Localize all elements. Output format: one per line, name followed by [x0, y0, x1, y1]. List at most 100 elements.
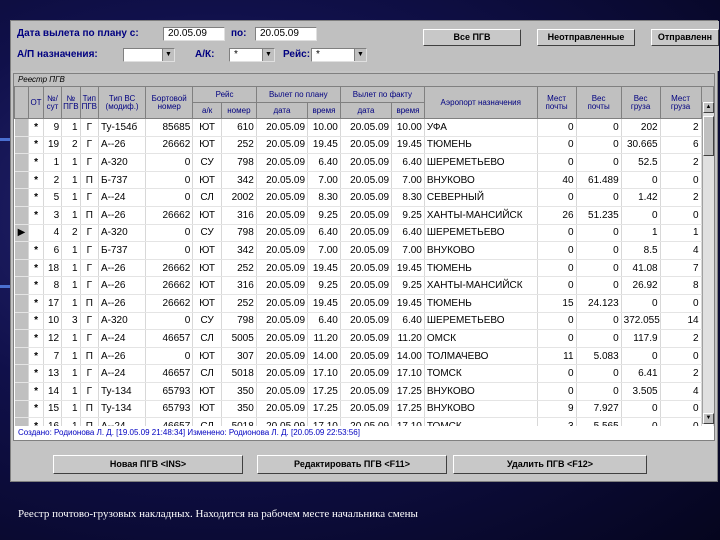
aircraft-type-cell[interactable]: А--26: [98, 347, 147, 366]
tail-number-cell[interactable]: 0: [145, 171, 194, 190]
flight-combo[interactable]: * ▼: [311, 48, 367, 62]
mail-weight-cell[interactable]: 0: [576, 364, 622, 383]
sut-cell[interactable]: 18: [43, 259, 63, 278]
aircraft-type-cell[interactable]: А--24: [98, 364, 147, 383]
destination-cell[interactable]: ВНУКОВО: [424, 382, 538, 401]
scroll-down-arrow-icon[interactable]: ▼: [703, 413, 714, 424]
header-reis[interactable]: Рейс: [192, 86, 257, 103]
table-row[interactable]: * 13 1 Г А--24 46657 СЛ 5018 20.05.09 17.10 20.05.…: [14, 364, 715, 383]
flight-number-cell[interactable]: 342: [221, 241, 257, 260]
tail-number-cell[interactable]: 0: [145, 224, 194, 243]
flight-number-cell[interactable]: 342: [221, 171, 257, 190]
header-num-sut[interactable]: №/сут: [42, 86, 63, 119]
fact-time-cell[interactable]: 6.40: [391, 224, 425, 243]
flight-number-cell[interactable]: 5005: [221, 329, 257, 348]
mail-weight-cell[interactable]: 0: [576, 153, 622, 172]
flight-number-cell[interactable]: 316: [221, 206, 257, 225]
fact-time-cell[interactable]: 6.40: [391, 312, 425, 331]
fact-date-cell[interactable]: 20.05.09: [340, 224, 393, 243]
destination-cell[interactable]: ШЕРЕМЕТЬЕВО: [424, 153, 538, 172]
aircraft-type-cell[interactable]: А--26: [98, 136, 147, 155]
cargo-pieces-cell[interactable]: 2: [660, 329, 702, 348]
cargo-weight-cell[interactable]: 0: [621, 347, 661, 366]
pgv-cell[interactable]: 1: [61, 400, 81, 419]
pgv-cell[interactable]: 1: [61, 364, 81, 383]
header-plan-date[interactable]: дата: [255, 102, 309, 119]
plan-time-cell[interactable]: 14.00: [307, 347, 341, 366]
aircraft-type-cell[interactable]: А--26: [98, 259, 147, 278]
plan-date-cell[interactable]: 20.05.09: [256, 188, 309, 207]
scroll-thumb[interactable]: [703, 116, 714, 156]
mail-pieces-cell[interactable]: 0: [537, 259, 577, 278]
plan-date-cell[interactable]: 20.05.09: [256, 259, 309, 278]
fact-date-cell[interactable]: 20.05.09: [340, 364, 393, 383]
tip-pgv-cell[interactable]: Г: [80, 153, 100, 172]
tail-number-cell[interactable]: 65793: [145, 400, 194, 419]
mail-pieces-cell[interactable]: 0: [537, 188, 577, 207]
mail-weight-cell[interactable]: 0: [576, 224, 622, 243]
row-indicator[interactable]: [14, 329, 30, 348]
sut-cell[interactable]: 19: [43, 136, 63, 155]
tip-pgv-cell[interactable]: П: [80, 294, 100, 313]
fact-time-cell[interactable]: 19.45: [391, 259, 425, 278]
flight-number-cell[interactable]: 350: [221, 382, 257, 401]
ot-cell[interactable]: *: [28, 347, 44, 366]
tip-pgv-cell[interactable]: П: [80, 171, 100, 190]
mail-weight-cell[interactable]: 0: [576, 276, 622, 295]
tail-number-cell[interactable]: 0: [145, 153, 194, 172]
mail-weight-cell[interactable]: 0: [576, 329, 622, 348]
tip-pgv-cell[interactable]: Г: [80, 276, 100, 295]
plan-date-cell[interactable]: 20.05.09: [256, 118, 309, 137]
airline-cell[interactable]: ЮТ: [192, 206, 222, 225]
tail-number-cell[interactable]: 0: [145, 312, 194, 331]
tip-pgv-cell[interactable]: Г: [80, 118, 100, 137]
cargo-pieces-cell[interactable]: 7: [660, 259, 702, 278]
fact-date-cell[interactable]: 20.05.09: [340, 153, 393, 172]
header-ves-gruza[interactable]: Вес груза: [620, 86, 661, 119]
cargo-weight-cell[interactable]: 6.41: [621, 364, 661, 383]
plan-date-cell[interactable]: 20.05.09: [256, 312, 309, 331]
row-indicator[interactable]: [14, 347, 30, 366]
flight-number-cell[interactable]: 307: [221, 347, 257, 366]
ot-cell[interactable]: *: [28, 382, 44, 401]
fact-date-cell[interactable]: 20.05.09: [340, 329, 393, 348]
row-indicator[interactable]: [14, 294, 30, 313]
header-reis-nomer[interactable]: номер: [220, 102, 257, 119]
all-pgv-button[interactable]: Все ПГВ: [423, 29, 521, 46]
row-indicator[interactable]: [14, 171, 30, 190]
ot-cell[interactable]: *: [28, 364, 44, 383]
ot-cell[interactable]: *: [28, 153, 44, 172]
ak-combo[interactable]: * ▼: [229, 48, 275, 62]
table-row[interactable]: * 6 1 Г Б-737 0 ЮТ 342 20.05.09 7.00 20.05.09 7.00 В…: [14, 241, 715, 260]
flight-number-cell[interactable]: 252: [221, 259, 257, 278]
table-row[interactable]: * 2 1 П Б-737 0 ЮТ 342 20.05.09 7.00 20.05.09 7.00 В…: [14, 171, 715, 190]
plan-time-cell[interactable]: 6.40: [307, 153, 341, 172]
plan-date-cell[interactable]: 20.05.09: [256, 276, 309, 295]
row-indicator[interactable]: [14, 188, 30, 207]
plan-time-cell[interactable]: 19.45: [307, 259, 341, 278]
cargo-pieces-cell[interactable]: 0: [660, 171, 702, 190]
airline-cell[interactable]: СЛ: [192, 329, 222, 348]
row-indicator[interactable]: [14, 241, 30, 260]
ot-cell[interactable]: *: [28, 241, 44, 260]
chevron-down-icon[interactable]: ▼: [354, 49, 366, 61]
plan-time-cell[interactable]: 6.40: [307, 312, 341, 331]
chevron-down-icon[interactable]: ▼: [262, 49, 274, 61]
table-row[interactable]: * 9 1 Г Ту-154б 85685 ЮТ 610 20.05.09 10.00 20.05.…: [14, 118, 715, 137]
table-row[interactable]: * 10 3 Г А-320 0 СУ 798 20.05.09 6.40 20.05.09 6.40…: [14, 312, 715, 331]
cargo-weight-cell[interactable]: 1: [621, 224, 661, 243]
fact-date-cell[interactable]: 20.05.09: [340, 259, 393, 278]
mail-pieces-cell[interactable]: 0: [537, 276, 577, 295]
new-pgv-button[interactable]: Новая ПГВ <INS>: [53, 455, 243, 474]
mail-pieces-cell[interactable]: 0: [537, 364, 577, 383]
ot-cell[interactable]: [28, 224, 44, 243]
row-indicator[interactable]: [14, 276, 30, 295]
table-row[interactable]: * 1 1 Г А-320 0 СУ 798 20.05.09 6.40 20.05.09 6.40 Ш…: [14, 153, 715, 172]
mail-pieces-cell[interactable]: 9: [537, 400, 577, 419]
fact-time-cell[interactable]: 14.00: [391, 347, 425, 366]
mail-pieces-cell[interactable]: 0: [537, 224, 577, 243]
header-fact[interactable]: Вылет по факту: [339, 86, 425, 103]
sut-cell[interactable]: 8: [43, 276, 63, 295]
pgv-cell[interactable]: 1: [61, 188, 81, 207]
mail-pieces-cell[interactable]: 0: [537, 153, 577, 172]
